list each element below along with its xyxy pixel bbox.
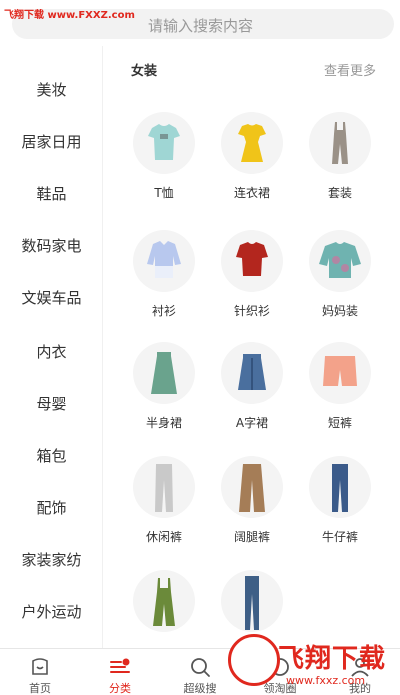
category-item-tshirt[interactable]: T恤 <box>124 112 204 201</box>
category-item-label: A字裙 <box>235 416 269 430</box>
sidebar-item-home-goods[interactable]: 居家日用 <box>0 122 103 162</box>
jeans-icon <box>221 570 283 632</box>
casual-pants-icon <box>133 456 195 518</box>
category-item-label: 衬衫 <box>151 304 176 318</box>
jeans-icon <box>309 456 371 518</box>
category-item-skirt[interactable]: 半身裙 <box>124 342 204 431</box>
category-item-label: 针织衫 <box>233 304 270 318</box>
search-icon <box>191 658 210 677</box>
brand-watermark: 飞翔下载 www.fxxz.com <box>228 630 400 695</box>
home-icon <box>32 658 48 675</box>
sidebar-item-entertainment[interactable]: 文娱车品 <box>0 278 103 318</box>
knit-top-icon <box>221 230 283 292</box>
category-item-shirt[interactable]: 衬衫 <box>124 230 204 319</box>
category-item-overalls[interactable] <box>124 570 204 642</box>
category-item-wide-pants[interactable]: 阔腿裤 <box>212 456 292 545</box>
tshirt-icon <box>133 112 195 174</box>
app-screen: 请输入搜索内容 飞翔下载 www.FXXZ.com 美妆 居家日用 鞋品 数码家… <box>0 0 400 695</box>
denim-skirt-icon <box>221 342 283 404</box>
sidebar-item-shoes[interactable]: 鞋品 <box>0 174 103 214</box>
category-item-shorts[interactable]: 短裤 <box>300 342 380 431</box>
sidebar-item-baby[interactable]: 母婴 <box>0 384 103 424</box>
tab-label: 分类 <box>109 682 131 695</box>
category-item-mom-wear[interactable]: 妈妈装 <box>300 230 380 319</box>
search-placeholder: 请输入搜索内容 <box>148 17 254 35</box>
category-item-label: 牛仔裤 <box>321 530 358 544</box>
overalls-icon <box>133 570 195 632</box>
wide-pants-icon <box>221 456 283 518</box>
watermark-text: 飞翔下载 www.FXXZ.com <box>4 10 135 21</box>
category-sidebar: 美妆 居家日用 鞋品 数码家电 文娱车品 内衣 母婴 箱包 配饰 家装家纺 户外… <box>0 46 103 648</box>
sidebar-item-accessories[interactable]: 配饰 <box>0 488 103 528</box>
category-item-label: 休闲裤 <box>145 530 182 544</box>
sidebar-item-underwear[interactable]: 内衣 <box>0 332 103 372</box>
sidebar-item-home-textiles[interactable]: 家装家纺 <box>0 540 103 580</box>
category-item-label: 短裤 <box>327 416 352 430</box>
section-title: 女装 <box>131 64 158 79</box>
skirt-icon <box>133 342 195 404</box>
jumpsuit-icon <box>309 112 371 174</box>
brand-logo-icon <box>228 634 280 686</box>
view-more-link[interactable]: 查看更多 <box>324 60 376 79</box>
header: 请输入搜索内容 飞翔下载 www.FXXZ.com <box>0 0 400 46</box>
category-item-label: 妈妈装 <box>321 304 358 318</box>
category-icon <box>110 658 130 673</box>
category-item-label: 套装 <box>327 186 352 200</box>
sidebar-item-digital[interactable]: 数码家电 <box>0 226 103 266</box>
shirt-icon <box>133 230 195 292</box>
sidebar-item-bags[interactable]: 箱包 <box>0 436 103 476</box>
category-item-label: T恤 <box>154 186 174 200</box>
tab-label: 首页 <box>29 682 51 695</box>
category-item-knit[interactable]: 针织衫 <box>212 230 292 319</box>
category-content: 女装 查看更多 T恤 连衣裙 套装 衬衫 针织衫 妈妈装 半身裙 A字裙 短裤 … <box>103 46 400 648</box>
tab-home[interactable]: 首页 <box>0 649 80 695</box>
sidebar-item-outdoor[interactable]: 户外运动 <box>0 592 103 632</box>
category-item-set[interactable]: 套装 <box>300 112 380 201</box>
category-item-casual-pants[interactable]: 休闲裤 <box>124 456 204 545</box>
mom-top-icon <box>309 230 371 292</box>
sidebar-item-makeup[interactable]: 美妆 <box>0 70 103 110</box>
shorts-icon <box>309 342 371 404</box>
category-item-label: 阔腿裤 <box>233 530 270 544</box>
dress-icon <box>221 112 283 174</box>
category-item-label: 半身裙 <box>145 416 182 430</box>
category-item-a-line-skirt[interactable]: A字裙 <box>212 342 292 431</box>
brand-url: www.fxxz.com <box>286 674 366 687</box>
category-item-label: 连衣裙 <box>233 186 270 200</box>
brand-text: 飞翔下载 <box>278 644 387 674</box>
category-item-dress[interactable]: 连衣裙 <box>212 112 292 201</box>
category-item-jeans[interactable]: 牛仔裤 <box>300 456 380 545</box>
tab-category[interactable]: 分类 <box>80 649 160 695</box>
